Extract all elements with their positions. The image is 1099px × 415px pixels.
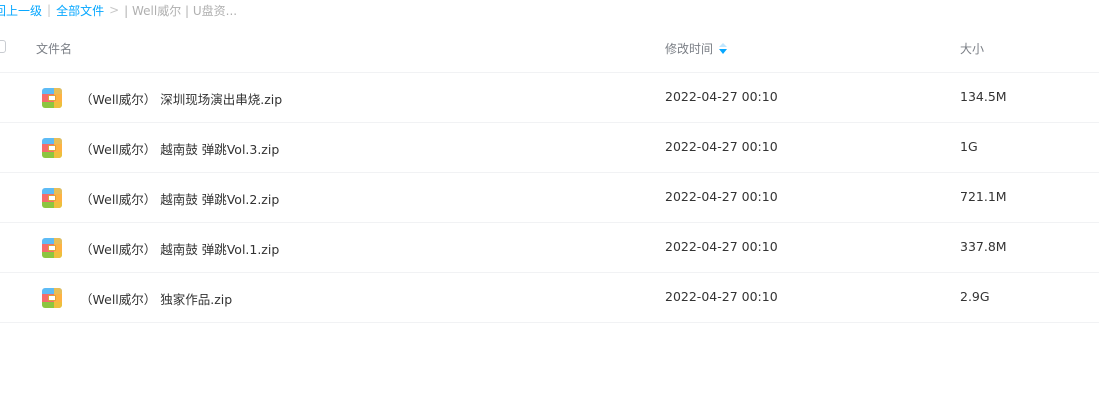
file-modified-time: 2022-04-27 00:10 <box>665 239 778 254</box>
file-modified-time: 2022-04-27 00:10 <box>665 89 778 104</box>
zip-icon <box>42 288 62 308</box>
select-all-checkbox[interactable] <box>0 40 6 53</box>
breadcrumb-separator: | <box>47 3 52 17</box>
column-header-filename[interactable]: 文件名 <box>36 40 72 57</box>
file-name[interactable]: （Well威尔） 深圳现场演出串烧.zip <box>80 89 282 108</box>
file-size: 1G <box>960 139 978 154</box>
breadcrumb-arrow: > <box>109 3 120 17</box>
breadcrumb: 回上一级 | 全部文件 > | Well威尔 | U盘资... <box>0 2 237 18</box>
table-row[interactable]: （Well威尔） 越南鼓 弹跳Vol.2.zip 2022-04-27 00:1… <box>0 173 1099 223</box>
file-name[interactable]: （Well威尔） 越南鼓 弹跳Vol.2.zip <box>80 189 279 208</box>
file-modified-time: 2022-04-27 00:10 <box>665 289 778 304</box>
zip-icon <box>42 88 62 108</box>
zip-icon <box>42 238 62 258</box>
file-modified-time: 2022-04-27 00:10 <box>665 189 778 204</box>
file-size: 721.1M <box>960 189 1007 204</box>
back-up-one-level-link[interactable]: 回上一级 <box>0 2 42 19</box>
table-row[interactable]: （Well威尔） 越南鼓 弹跳Vol.3.zip 2022-04-27 00:1… <box>0 123 1099 173</box>
breadcrumb-current-folder: | Well威尔 | U盘资... <box>124 3 238 18</box>
file-size: 134.5M <box>960 89 1007 104</box>
file-name[interactable]: （Well威尔） 越南鼓 弹跳Vol.1.zip <box>80 239 279 258</box>
zip-icon <box>42 188 62 208</box>
sort-desc-icon[interactable] <box>719 42 728 55</box>
file-modified-time: 2022-04-27 00:10 <box>665 139 778 154</box>
all-files-link[interactable]: 全部文件 <box>56 2 104 19</box>
table-row[interactable]: （Well威尔） 深圳现场演出串烧.zip 2022-04-27 00:10 1… <box>0 73 1099 123</box>
table-row[interactable]: （Well威尔） 独家作品.zip 2022-04-27 00:10 2.9G <box>0 273 1099 323</box>
column-header-modified-time[interactable]: 修改时间 <box>665 40 728 57</box>
zip-icon <box>42 138 62 158</box>
table-row[interactable]: （Well威尔） 越南鼓 弹跳Vol.1.zip 2022-04-27 00:1… <box>0 223 1099 273</box>
file-name[interactable]: （Well威尔） 越南鼓 弹跳Vol.3.zip <box>80 139 279 158</box>
file-size: 2.9G <box>960 289 990 304</box>
file-name[interactable]: （Well威尔） 独家作品.zip <box>80 289 232 308</box>
file-list: 文件名 修改时间 大小 （Well威尔） 深圳现场演出串烧.zip 2022-0… <box>0 22 1099 323</box>
column-header-size[interactable]: 大小 <box>960 40 984 57</box>
file-list-header: 文件名 修改时间 大小 <box>0 22 1099 73</box>
column-header-modified-label: 修改时间 <box>665 42 714 56</box>
file-size: 337.8M <box>960 239 1007 254</box>
